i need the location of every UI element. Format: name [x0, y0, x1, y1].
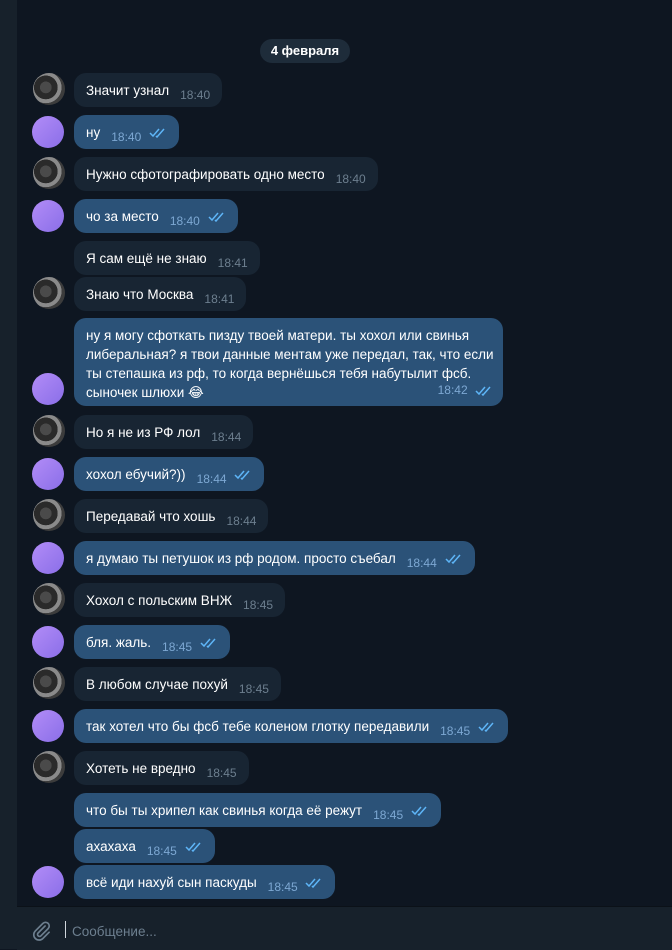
contact-avatar[interactable]: [33, 751, 65, 783]
message-bubble[interactable]: ну я могу сфоткать пизду твоей матери. т…: [74, 318, 503, 406]
message-text: Я сам ещё не знаю: [86, 251, 207, 266]
message-time: 18:44: [406, 556, 437, 570]
message-time: 18:44: [226, 514, 257, 528]
double-check-icon: [234, 470, 250, 481]
own-avatar[interactable]: [32, 626, 64, 658]
contact-avatar[interactable]: [33, 157, 65, 189]
message-bubble[interactable]: чо за место 18:40: [74, 199, 238, 233]
paperclip-icon[interactable]: [30, 920, 52, 942]
message-bubble[interactable]: Знаю что Москва 18:41: [74, 277, 247, 311]
own-avatar[interactable]: [32, 542, 64, 574]
own-avatar[interactable]: [32, 458, 64, 490]
message-input[interactable]: [70, 919, 614, 943]
contact-avatar[interactable]: [33, 415, 65, 447]
message-text: Нужно сфотографировать одно место: [86, 167, 325, 182]
message-text: Хохол с польским ВНЖ: [86, 593, 233, 608]
contact-avatar[interactable]: [33, 277, 65, 309]
message-time-row: 18:42: [438, 381, 493, 400]
message-text: Но я не из РФ лол: [86, 425, 201, 440]
message-time: 18:45: [373, 808, 404, 822]
message-time: 18:40: [335, 172, 366, 186]
message-text: чо за место: [86, 209, 159, 224]
message-text: так хотел что бы фсб тебе коленом глотку…: [86, 719, 430, 734]
message-bubble[interactable]: всё иди нахуй сын паскуды 18:45: [74, 865, 336, 899]
left-sidebar-edge: [0, 0, 17, 949]
double-check-icon: [208, 212, 224, 223]
own-avatar[interactable]: [32, 866, 64, 898]
double-check-icon: [200, 638, 216, 649]
message-bubble[interactable]: хохол ебучий?)) 18:44: [74, 457, 265, 491]
contact-avatar[interactable]: [33, 667, 65, 699]
message-bubble[interactable]: Хотеть не вредно 18:45: [74, 751, 249, 785]
own-avatar[interactable]: [32, 200, 64, 232]
message-bubble[interactable]: Я сам ещё не знаю 18:41: [74, 241, 260, 275]
double-check-icon: [445, 554, 461, 565]
double-check-icon: [185, 842, 201, 853]
message-time: 18:45: [162, 640, 193, 654]
text-caret: [65, 921, 66, 938]
message-text-line: сыночек шлюхи 😂: [86, 385, 204, 400]
message-time: 18:44: [211, 430, 242, 444]
double-check-icon: [149, 128, 165, 139]
message-text: ахахаха: [86, 839, 136, 854]
message-bubble[interactable]: Значит узнал 18:40: [74, 73, 223, 107]
own-avatar[interactable]: [32, 116, 64, 148]
double-check-icon: [411, 806, 427, 817]
message-bubble[interactable]: ну 18:40: [74, 115, 180, 149]
message-text: Знаю что Москва: [86, 287, 194, 302]
message-time: 18:45: [243, 598, 274, 612]
message-time: 18:40: [180, 88, 211, 102]
message-time: 18:44: [196, 472, 227, 486]
message-bubble[interactable]: Хохол с польским ВНЖ 18:45: [74, 583, 286, 617]
message-bubble[interactable]: что бы ты хрипел как свинья когда её реж…: [74, 793, 441, 827]
message-time: 18:40: [111, 130, 142, 144]
message-text: я думаю ты петушок из рф родом. просто с…: [86, 551, 396, 566]
message-time: 18:41: [217, 256, 248, 270]
message-bubble[interactable]: Нужно сфотографировать одно место 18:40: [74, 157, 378, 191]
message-time: 18:45: [238, 682, 269, 696]
message-text: В любом случае похуй: [86, 677, 228, 692]
message-bubble[interactable]: ахахаха 18:45: [74, 829, 215, 863]
message-text: ну: [86, 125, 101, 140]
message-time: 18:42: [437, 383, 468, 397]
message-time: 18:45: [206, 766, 237, 780]
message-bubble[interactable]: бля. жаль. 18:45: [74, 625, 230, 659]
double-check-icon: [475, 386, 491, 396]
message-text-line: либеральная? я твои данные ментам уже пе…: [86, 347, 494, 362]
message-time: 18:41: [204, 292, 235, 306]
contact-avatar[interactable]: [33, 499, 65, 531]
message-text: Значит узнал: [86, 83, 170, 98]
message-composer: [17, 906, 672, 950]
message-text: хохол ебучий?)): [86, 467, 186, 482]
message-text-line: ну я могу сфоткать пизду твоей матери. т…: [86, 328, 470, 343]
message-text: бля. жаль.: [86, 635, 152, 650]
message-text: Хотеть не вредно: [86, 761, 196, 776]
date-separator: 4 февраля: [260, 39, 350, 63]
message-bubble[interactable]: Передавай что хошь 18:44: [74, 499, 269, 533]
message-time: 18:40: [169, 214, 200, 228]
message-text: всё иди нахуй сын паскуды: [86, 875, 257, 890]
message-bubble[interactable]: Но я не из РФ лол 18:44: [74, 415, 254, 449]
message-time: 18:45: [267, 880, 298, 894]
message-time: 18:45: [146, 844, 177, 858]
message-bubble[interactable]: так хотел что бы фсб тебе коленом глотку…: [74, 709, 508, 743]
own-avatar[interactable]: [32, 373, 64, 405]
message-bubble[interactable]: В любом случае похуй 18:45: [74, 667, 281, 701]
message-text: Передавай что хошь: [86, 509, 216, 524]
message-text: что бы ты хрипел как свинья когда её реж…: [86, 803, 363, 818]
own-avatar[interactable]: [32, 710, 64, 742]
message-time: 18:45: [440, 724, 471, 738]
message-bubble[interactable]: я думаю ты петушок из рф родом. просто с…: [74, 541, 475, 575]
contact-avatar[interactable]: [33, 583, 65, 615]
message-text-line: ты степашка из рф, то когда вернёшься те…: [86, 366, 472, 381]
contact-avatar[interactable]: [33, 73, 65, 105]
double-check-icon: [478, 722, 494, 733]
double-check-icon: [305, 878, 322, 889]
